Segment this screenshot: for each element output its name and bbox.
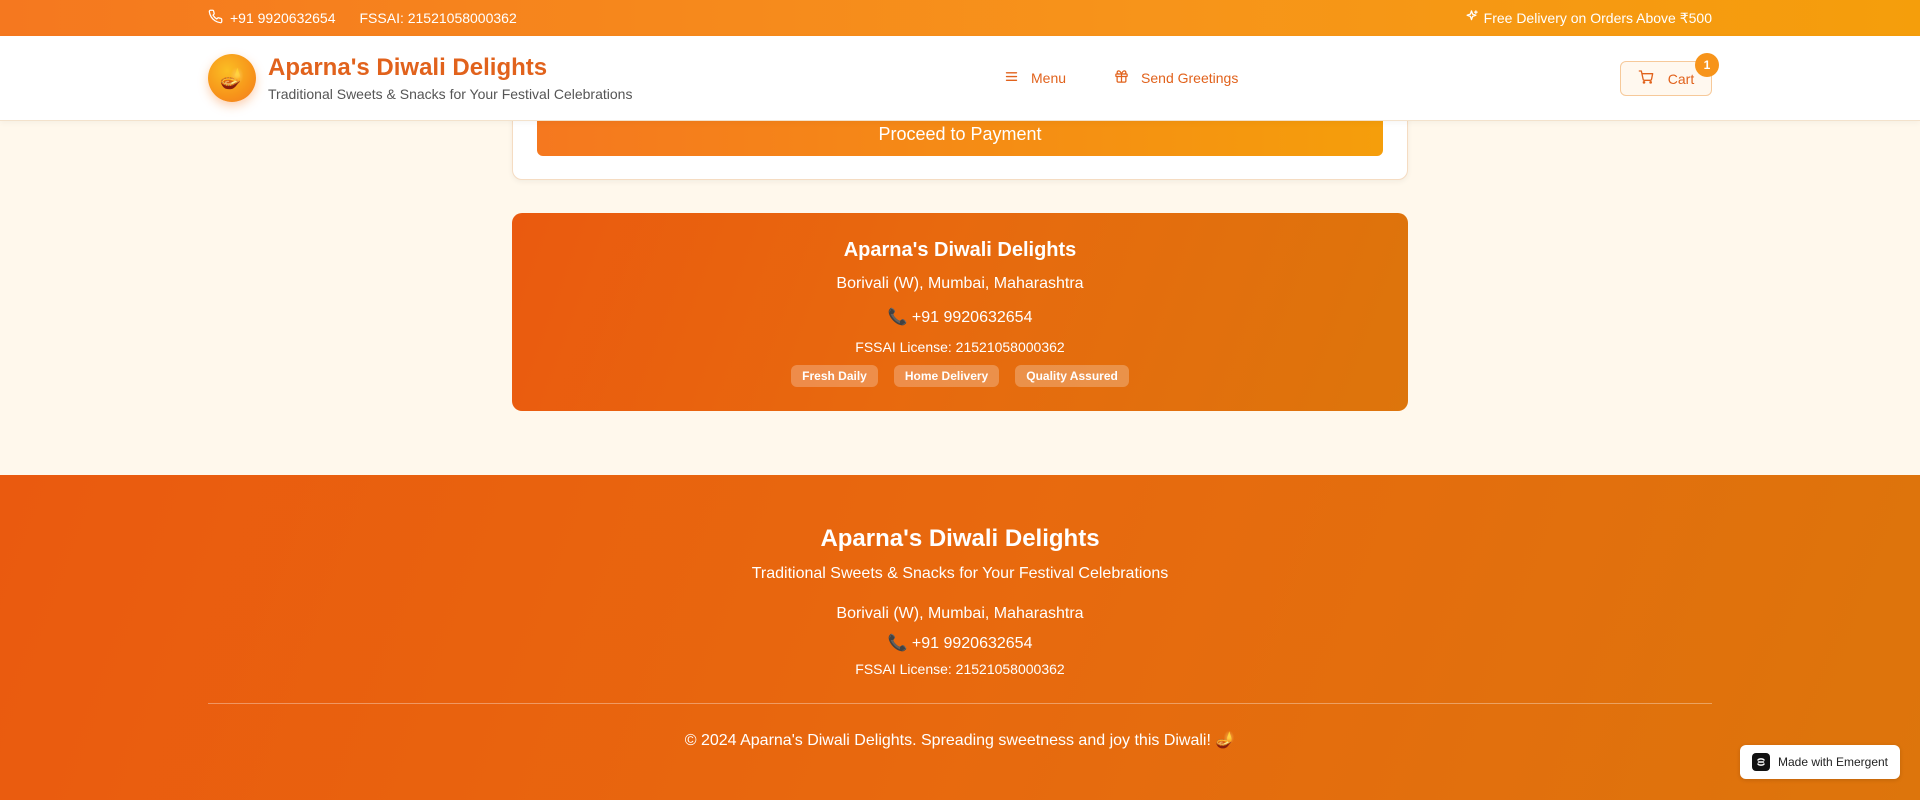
cart-count-badge: 1 [1695, 53, 1719, 77]
footer-brand-name: Aparna's Diwali Delights [820, 525, 1100, 552]
footer-address: Borivali (W), Mumbai, Maharashtra [836, 605, 1084, 622]
feature-badges: Fresh Daily Home Delivery Quality Assure… [512, 365, 1408, 387]
topbar-promo: Free Delivery on Orders Above ₹500 [1464, 9, 1712, 27]
footer-phone[interactable]: 📞 +91 9920632654 [0, 633, 1920, 653]
nav-send-greetings-label: Send Greetings [1141, 70, 1239, 86]
store-phone[interactable]: 📞 +91 9920632654 [512, 307, 1408, 327]
nav-menu[interactable]: Menu [1004, 69, 1066, 87]
footer-fssai: FSSAI License: 21521058000362 [855, 661, 1065, 677]
gift-icon [1114, 69, 1129, 87]
site-header: 🪔 Aparna's Diwali Delights Traditional S… [0, 36, 1920, 121]
topbar-promo-text: Free Delivery on Orders Above ₹500 [1483, 9, 1712, 26]
emergent-logo-icon [1751, 753, 1770, 771]
brand-subtitle: Traditional Sweets & Snacks for Your Fes… [268, 86, 633, 102]
cart-label: Cart [1667, 70, 1695, 87]
diya-logo[interactable]: 🪔 [208, 54, 256, 102]
footer-copyright: © 2024 Aparna's Diwali Delights. Spreadi… [684, 732, 1236, 749]
store-fssai: FSSAI License: 21521058000362 [855, 339, 1065, 355]
diya-icon: 🪔 [219, 67, 245, 90]
store-info-card: Aparna's Diwali Delights Borivali (W), M… [512, 213, 1408, 411]
phone-icon [208, 9, 223, 27]
badge-quality-assured: Quality Assured [1015, 365, 1129, 387]
nav-send-greetings[interactable]: Send Greetings [1114, 69, 1238, 87]
sparkle-icon [1464, 9, 1479, 27]
footer-tagline: Traditional Sweets & Snacks for Your Fes… [751, 565, 1169, 582]
topbar-phone-text: +91 9920632654 [230, 10, 336, 26]
store-address: Borivali (W), Mumbai, Maharashtra [836, 275, 1084, 292]
made-with-emergent-badge[interactable]: Made with Emergent [1740, 745, 1900, 779]
brand-title[interactable]: Aparna's Diwali Delights [268, 54, 547, 82]
nav-menu-label: Menu [1031, 70, 1067, 86]
emergent-label: Made with Emergent [1777, 755, 1889, 769]
topbar-phone[interactable]: +91 9920632654 [208, 9, 336, 27]
cart-icon [1638, 69, 1654, 88]
main-nav: Menu Send Greetings [1004, 64, 1238, 92]
top-info-bar: +91 9920632654 FSSAI: 21521058000362 Fre… [0, 0, 1920, 36]
menu-icon [1004, 69, 1019, 87]
badge-home-delivery: Home Delivery [893, 365, 1000, 387]
store-name: Aparna's Diwali Delights [843, 239, 1077, 261]
topbar-fssai: FSSAI: 21521058000362 [359, 10, 517, 26]
footer-divider [208, 703, 1712, 704]
site-footer: Aparna's Diwali Delights Traditional Swe… [0, 475, 1920, 800]
badge-fresh-daily: Fresh Daily [791, 365, 878, 387]
